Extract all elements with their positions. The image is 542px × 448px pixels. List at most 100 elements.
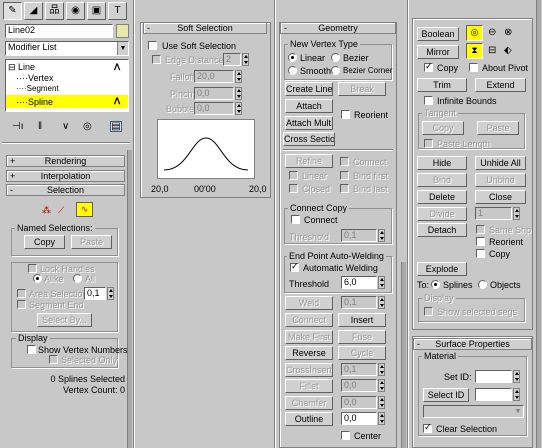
object-color-swatch[interactable]: [116, 24, 129, 38]
outline-spinner[interactable]: [378, 412, 385, 425]
threshold2-field[interactable]: 6,0: [341, 276, 377, 289]
cycle-button[interactable]: Cycle: [338, 346, 386, 360]
unbind-button[interactable]: Unbind: [475, 173, 526, 187]
geometry-header[interactable]: - Geometry: [280, 22, 396, 34]
fillet-field[interactable]: 0,0: [341, 379, 377, 392]
to-objects-radio[interactable]: [478, 280, 487, 289]
select-id-field[interactable]: [475, 388, 512, 401]
remove-modifier-icon[interactable]: ◎: [83, 122, 92, 132]
create-tab[interactable]: ✎: [3, 2, 22, 20]
utilities-tab[interactable]: T: [108, 2, 127, 20]
divide-button[interactable]: Divide: [417, 207, 467, 221]
connect-checkbox[interactable]: [340, 157, 349, 166]
smooth-radio[interactable]: [288, 66, 297, 75]
bind-button[interactable]: Bind: [417, 173, 467, 187]
crossinsert-button[interactable]: CrossInsert: [285, 363, 333, 377]
boolean-union-icon[interactable]: ◎: [466, 25, 483, 41]
bind-first-checkbox[interactable]: [340, 171, 349, 180]
right-scrollbar[interactable]: [536, 0, 541, 448]
fillet-button[interactable]: Fillet: [285, 379, 333, 393]
show-selected-segs-checkbox[interactable]: [424, 307, 433, 316]
segment-subobject-icon[interactable]: ⟋: [58, 205, 64, 215]
select-id-spinner[interactable]: [513, 388, 520, 401]
mirror-copy-checkbox[interactable]: [424, 61, 433, 72]
pinch-spinner[interactable]: [235, 87, 242, 100]
threshold-spinner[interactable]: [378, 229, 385, 242]
mirror-both-icon[interactable]: ⬖: [504, 46, 512, 56]
selected-only-checkbox[interactable]: [49, 355, 58, 364]
make-first-button[interactable]: Make First: [285, 330, 333, 344]
detach-button[interactable]: Detach: [417, 223, 467, 237]
center-checkbox[interactable]: [341, 431, 350, 440]
fuse-button[interactable]: Fuse: [338, 330, 386, 344]
lock-handles-checkbox[interactable]: [28, 264, 37, 273]
detach-reorient-checkbox[interactable]: [476, 237, 485, 246]
paste-length-checkbox[interactable]: [424, 139, 433, 148]
connect-copy-checkbox[interactable]: [291, 215, 300, 224]
weld-spinner[interactable]: [378, 296, 385, 309]
falloff-field[interactable]: 20,0: [194, 70, 234, 83]
show-vertex-numbers-checkbox[interactable]: [27, 345, 36, 354]
set-id-spinner[interactable]: [513, 370, 520, 383]
same-shp-checkbox[interactable]: [476, 225, 485, 234]
outline-field[interactable]: 0,0: [341, 412, 377, 425]
connect-button[interactable]: Connect: [285, 313, 333, 327]
linear-radio[interactable]: [288, 53, 297, 62]
crossinsert-spinner[interactable]: [378, 363, 385, 376]
make-unique-icon[interactable]: ∨: [62, 122, 69, 132]
close-button[interactable]: Close: [475, 190, 526, 204]
mirror-button[interactable]: Mirror: [417, 45, 459, 59]
insert-button[interactable]: Insert: [338, 313, 386, 327]
create-line-button[interactable]: Create Line: [285, 82, 333, 96]
area-selection-field[interactable]: 0,1: [84, 287, 106, 300]
explode-button[interactable]: Explode: [417, 262, 467, 276]
refine-button[interactable]: Refine: [285, 154, 333, 168]
pin-stack-icon[interactable]: ⊣ı: [12, 122, 24, 132]
stack-item-segment[interactable]: ····Segment: [16, 84, 59, 94]
boolean-subtract-icon[interactable]: ⊖: [488, 28, 496, 38]
soft-selection-header[interactable]: - Soft Selection: [143, 22, 267, 34]
stack-item-line[interactable]: ⊟ Line: [8, 62, 35, 72]
left-scrollbar[interactable]: [127, 150, 132, 448]
mirror-vertical-icon[interactable]: ⊟: [488, 46, 496, 56]
show-end-result-icon[interactable]: ‖: [38, 122, 42, 132]
modifier-list-dropdown[interactable]: Modifier List: [5, 41, 129, 56]
bubble-spinner[interactable]: [235, 102, 242, 115]
edge-distance-field[interactable]: 2: [223, 53, 241, 66]
attach-mult-button[interactable]: Attach Mult.: [285, 116, 333, 130]
area-selection-checkbox[interactable]: [17, 289, 26, 298]
unhide-all-button[interactable]: Unhide All: [475, 156, 526, 170]
stack-item-vertex[interactable]: ····Vertex: [16, 73, 54, 83]
area-selection-spinner[interactable]: [107, 287, 114, 300]
infinite-bounds-checkbox[interactable]: [424, 96, 433, 105]
select-id-button[interactable]: Select ID: [423, 388, 469, 402]
named-copy-button[interactable]: Copy: [24, 235, 65, 249]
rendering-rollout-header[interactable]: + Rendering: [6, 155, 125, 167]
hide-button[interactable]: Hide: [417, 156, 467, 170]
closed-checkbox[interactable]: [289, 184, 298, 193]
geometry-scrollbar[interactable]: [401, 262, 406, 448]
tangent-paste-button[interactable]: Paste: [477, 121, 519, 135]
bezier-corner-radio[interactable]: [331, 66, 340, 75]
motion-tab[interactable]: ◉: [66, 2, 85, 20]
divide-field[interactable]: 1: [475, 207, 512, 220]
to-splines-radio[interactable]: [431, 280, 440, 289]
spline-subobject-icon[interactable]: ∿: [76, 202, 93, 217]
about-pivot-checkbox[interactable]: [469, 63, 478, 72]
display-tab[interactable]: ▣: [87, 2, 106, 20]
segment-end-checkbox[interactable]: [17, 300, 26, 309]
outline-button[interactable]: Outline: [285, 412, 333, 426]
falloff-spinner[interactable]: [235, 70, 242, 83]
bubble-field[interactable]: 0,0: [194, 102, 234, 115]
surface-properties-header[interactable]: - Surface Properties: [413, 338, 532, 350]
edge-distance-checkbox[interactable]: [152, 55, 161, 64]
interpolation-rollout-header[interactable]: + Interpolation: [6, 170, 125, 182]
edge-distance-spinner[interactable]: [242, 53, 249, 66]
fillet-spinner[interactable]: [378, 379, 385, 392]
trim-button[interactable]: Trim: [417, 78, 467, 92]
tangent-copy-button[interactable]: Copy: [422, 121, 464, 135]
configure-sets-icon[interactable]: ▤: [110, 121, 122, 132]
reverse-button[interactable]: Reverse: [285, 346, 333, 360]
select-by-button[interactable]: Select By...: [37, 313, 92, 327]
object-name-field[interactable]: Line02: [5, 24, 113, 38]
